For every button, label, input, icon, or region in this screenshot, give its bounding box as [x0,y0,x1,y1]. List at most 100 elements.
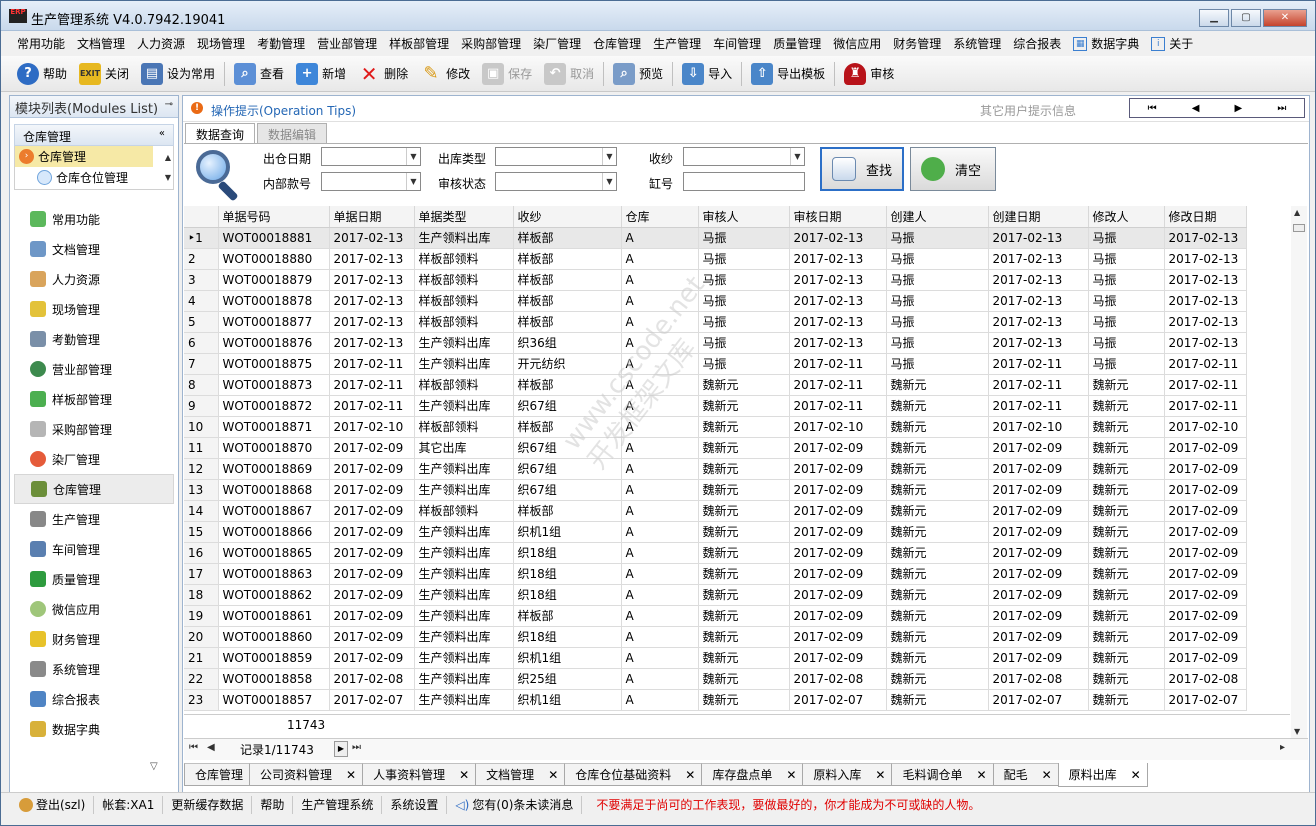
prev-page-icon[interactable]: ◀ [207,742,215,753]
menu-documents[interactable]: 文档管理 [71,35,131,52]
close-tab-icon[interactable]: ✕ [786,768,796,782]
doc-tab[interactable]: 毛料调仓单 ✕ [891,763,994,786]
table-row[interactable]: 8 WOT00018873 2017-02-11 样板部领料 样板部 A 魏新元 2017-0… [184,374,1247,396]
sidebar-item-workshop[interactable]: 车间管理 [14,534,174,564]
close-tab-icon[interactable]: ✕ [875,768,885,782]
menu-sales[interactable]: 营业部管理 [311,35,383,52]
last-page-icon[interactable]: ⏭ [352,742,361,753]
tree-scrollbar[interactable]: ▲ ▼ [165,148,171,188]
scroll-down-icon[interactable]: ▼ [1294,727,1300,736]
tree-item-warehouse-location[interactable]: 仓库仓位管理 [15,167,173,188]
doc-tab[interactable]: 配毛 ✕ [992,763,1059,786]
menu-purchase[interactable]: 采购部管理 [455,35,527,52]
doc-tab[interactable]: 库存盘点单 ✕ [701,763,804,786]
close-tab-icon[interactable]: ✕ [459,768,469,782]
menu-finance[interactable]: 财务管理 [887,35,947,52]
preview-button[interactable]: ⌕ 预览 [607,60,669,88]
receiver-select[interactable]: ▼ [683,147,805,166]
menu-wechat[interactable]: 微信应用 [827,35,887,52]
sidebar-item-attendance[interactable]: 考勤管理 [14,324,174,354]
column-header[interactable]: 收纱 [513,206,622,228]
scroll-thumb[interactable] [1293,224,1305,232]
menu-dictionary[interactable]: ▦ 数据字典 [1067,35,1145,52]
column-header[interactable]: 仓库 [621,206,699,228]
audit-button[interactable]: ♜ 审核 [838,60,900,88]
sidebar-item-dyeing[interactable]: 染厂管理 [14,444,174,474]
doc-tab[interactable]: 人事资料管理 ✕ [362,763,477,786]
last-icon[interactable]: ⏭ [1277,103,1286,114]
search-button[interactable]: 查找 [820,147,904,191]
table-row[interactable]: 5 WOT00018877 2017-02-13 样板部领料 样板部 A 马振 2017-02… [184,311,1247,333]
close-tab-icon[interactable]: ✕ [977,768,987,782]
sidebar-item-production[interactable]: 生产管理 [14,504,174,534]
table-row[interactable]: 14 WOT00018867 2017-02-09 样板部领料 样板部 A 魏新元 2017-… [184,500,1247,522]
add-button[interactable]: + 新增 [290,60,352,88]
column-header[interactable]: 创建人 [886,206,989,228]
system-settings-button[interactable]: 系统设置 [382,795,448,814]
out-type-select[interactable]: ▼ [495,147,617,166]
delete-button[interactable]: ✕ 删除 [352,60,414,88]
menu-warehouse[interactable]: 仓库管理 [587,35,647,52]
table-row[interactable]: 18 WOT00018862 2017-02-09 生产领料出库 织18组 A 魏新元 201… [184,584,1247,606]
next-page-icon[interactable]: ▶ [334,741,348,757]
view-button[interactable]: ⌕ 查看 [228,60,290,88]
sidebar-item-finance[interactable]: 财务管理 [14,624,174,654]
tab-data-query[interactable]: 数据查询 [185,123,256,143]
next-icon[interactable]: ▶ [1235,103,1243,114]
menu-hr[interactable]: 人力资源 [131,35,191,52]
sidebar-group-header[interactable]: 仓库管理 « [14,124,174,146]
sidebar-item-hr[interactable]: 人力资源 [14,264,174,294]
menu-dyeing[interactable]: 染厂管理 [527,35,587,52]
table-row[interactable]: 22 WOT00018858 2017-02-08 生产领料出库 织25组 A 魏新元 201… [184,668,1247,690]
cancel-button[interactable]: ↶ 取消 [538,60,600,88]
column-header[interactable]: 审核人 [698,206,790,228]
column-header[interactable]: 单据类型 [414,206,514,228]
menu-production[interactable]: 生产管理 [647,35,707,52]
table-row[interactable]: 17 WOT00018863 2017-02-09 生产领料出库 织18组 A 魏新元 201… [184,563,1247,585]
menu-system[interactable]: 系统管理 [947,35,1007,52]
scroll-down-icon[interactable]: ▽ [150,761,158,772]
table-row[interactable]: 7 WOT00018875 2017-02-11 生产领料出库 开元纺织 A 马振 2017-… [184,353,1247,375]
vat-no-input[interactable] [683,172,805,191]
table-row[interactable]: 9 WOT00018872 2017-02-11 生产领料出库 织67组 A 魏新元 2017… [184,395,1247,417]
collapse-icon[interactable]: « [159,128,165,139]
chevron-down-icon[interactable]: ▼ [406,173,420,190]
column-header[interactable]: 修改日期 [1164,206,1247,228]
vertical-scrollbar[interactable]: ▲ ▼ [1291,206,1307,738]
doc-tab-active[interactable]: 原料出库 ✕ [1057,763,1148,787]
column-header[interactable]: 审核日期 [789,206,887,228]
close-button[interactable]: EXIT 关闭 [73,60,135,88]
table-row[interactable]: 16 WOT00018865 2017-02-09 生产领料出库 织18组 A 魏新元 201… [184,542,1247,564]
help-button[interactable]: ? 帮助 [11,60,73,88]
messages-button[interactable]: ◁) 您有(0)条未读消息 [447,795,583,814]
close-window-button[interactable]: ✕ [1263,9,1307,27]
first-icon[interactable]: ⏮ [1148,103,1157,114]
menu-quality[interactable]: 质量管理 [767,35,827,52]
sidebar-item-sample[interactable]: 样板部管理 [14,384,174,414]
sidebar-item-dictionary[interactable]: 数据字典 [14,714,174,744]
table-row[interactable]: 23 WOT00018857 2017-02-07 生产领料出库 织机1组 A 魏新元 201… [184,689,1247,711]
doc-tab[interactable]: 仓库仓位基础资料 ✕ [564,763,703,786]
column-header[interactable]: 修改人 [1088,206,1165,228]
export-template-button[interactable]: ⇧ 导出模板 [745,60,831,88]
scroll-up-icon[interactable]: ▲ [1294,208,1300,217]
close-tab-icon[interactable]: ✕ [685,768,695,782]
table-row[interactable]: 3 WOT00018879 2017-02-13 样板部领料 样板部 A 马振 2017-02… [184,269,1247,291]
doc-tab[interactable]: 公司资料管理 ✕ [249,763,364,786]
sidebar-item-warehouse[interactable]: 仓库管理 [14,474,174,504]
chevron-down-icon[interactable]: ▼ [602,173,616,190]
table-row[interactable]: 15 WOT00018866 2017-02-09 生产领料出库 织机1组 A 魏新元 201… [184,521,1247,543]
table-row[interactable]: ‣1 WOT00018881 2017-02-13 生产领料出库 样板部 A 马振 2017-… [184,227,1247,249]
column-header[interactable] [184,206,219,228]
doc-tab[interactable]: 文档管理 ✕ [475,763,566,786]
close-tab-icon[interactable]: ✕ [346,768,356,782]
logout-button[interactable]: 登出(szl) [11,795,95,814]
menu-workshop[interactable]: 车间管理 [707,35,767,52]
table-row[interactable]: 21 WOT00018859 2017-02-09 生产领料出库 织机1组 A 魏新元 201… [184,647,1247,669]
sidebar-item-site[interactable]: 现场管理 [14,294,174,324]
table-row[interactable]: 4 WOT00018878 2017-02-13 样板部领料 样板部 A 马振 2017-02… [184,290,1247,312]
clear-button[interactable]: 清空 [910,147,996,191]
table-row[interactable]: 20 WOT00018860 2017-02-09 生产领料出库 织18组 A 魏新元 201… [184,626,1247,648]
chevron-down-icon[interactable]: ▼ [790,148,804,165]
sidebar-item-system[interactable]: 系统管理 [14,654,174,684]
